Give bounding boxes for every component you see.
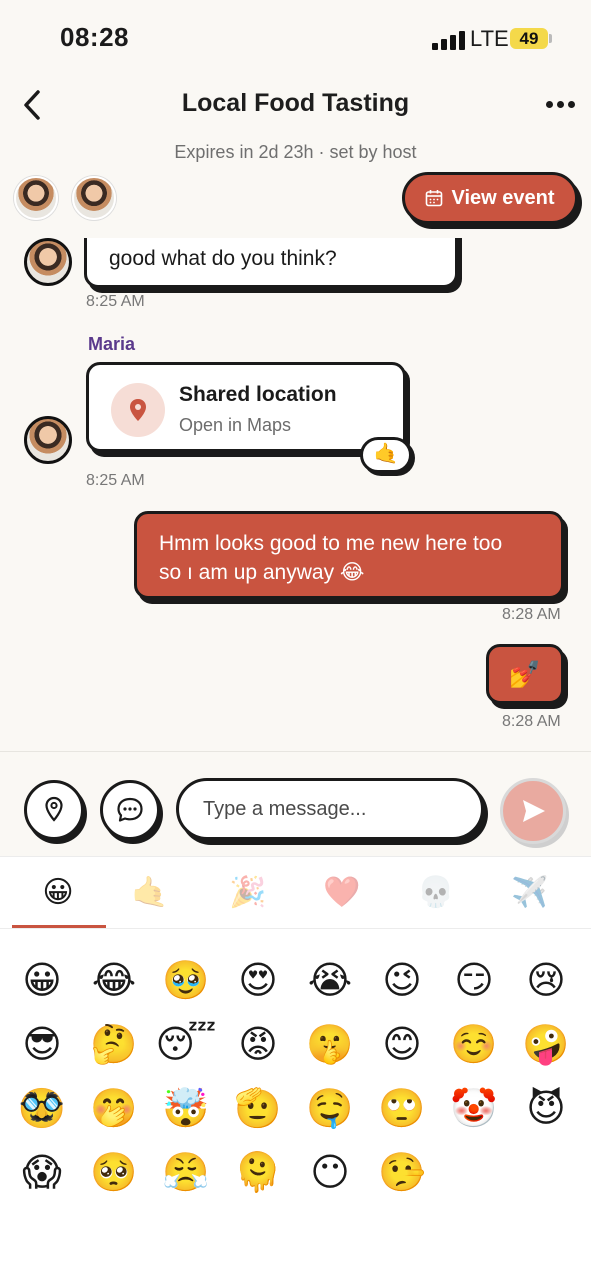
tab-celebration[interactable]: 🎉 (218, 871, 278, 915)
message-text-line1: Hmm looks good to me new here too (159, 532, 503, 555)
shared-location-card[interactable]: Shared location Open in Maps (86, 362, 406, 452)
message-time: 8:25 AM (86, 293, 145, 310)
quick-replies-button[interactable] (100, 780, 160, 840)
message-emoji: 💅 (508, 659, 542, 689)
tab-smileys[interactable]: 😀 (28, 871, 88, 915)
emoji-option[interactable]: 🤔 (82, 1017, 146, 1073)
view-event-label: View event (451, 186, 555, 209)
emoji-option[interactable]: 😱 (10, 1145, 74, 1201)
expiry-text: Expires in 2d 23h · set by host (174, 142, 417, 162)
emoji-option[interactable]: 🤡 (442, 1081, 506, 1137)
view-event-button[interactable]: View event (402, 172, 578, 224)
status-bar: 08:28 LTE 49 (0, 0, 591, 74)
emoji-option[interactable]: 😡 (226, 1017, 290, 1073)
message-time: 8:25 AM (86, 472, 145, 489)
emoji-option[interactable]: 🤫 (298, 1017, 362, 1073)
status-time: 08:28 (60, 22, 129, 52)
location-title: Shared location (179, 383, 337, 406)
message-text-line2: so ı am up anyway 😂 (159, 561, 365, 584)
battery-icon: 49 (510, 28, 548, 49)
active-tab-indicator (12, 925, 106, 928)
emoji-option[interactable]: 😏 (442, 953, 506, 1009)
emoji-option[interactable]: 😤 (154, 1145, 218, 1201)
outgoing-message[interactable]: Hmm looks good to me new here too so ı a… (134, 511, 564, 599)
send-button[interactable] (500, 778, 566, 844)
emoji-option[interactable]: 😶 (298, 1145, 362, 1201)
emoji-option[interactable]: 😭 (298, 953, 362, 1009)
message-time: 8:28 AM (502, 713, 561, 730)
emoji-option[interactable]: 🤪 (514, 1017, 578, 1073)
tab-gestures[interactable]: 🤙 (120, 871, 180, 915)
emoji-option[interactable]: 😈 (514, 1081, 578, 1137)
share-location-button[interactable] (24, 780, 84, 840)
emoji-option[interactable]: 😀 (10, 953, 74, 1009)
send-icon (523, 800, 545, 822)
location-pin-icon (130, 399, 146, 421)
message-reaction[interactable]: 🤙 (360, 437, 412, 473)
emoji-option[interactable]: 🤯 (154, 1081, 218, 1137)
emoji-option[interactable]: 🤥 (370, 1145, 434, 1201)
signal-icon (432, 30, 466, 50)
location-pin-bg (111, 383, 165, 437)
message-input[interactable] (176, 778, 484, 840)
composer (0, 751, 591, 855)
emoji-option[interactable]: 🙄 (370, 1081, 434, 1137)
tab-spooky[interactable]: 💀 (406, 871, 466, 915)
emoji-option[interactable]: 🥹 (154, 953, 218, 1009)
emoji-option[interactable]: 🤤 (298, 1081, 362, 1137)
emoji-option[interactable]: 😎 (10, 1017, 74, 1073)
emoji-option[interactable]: 😂 (82, 953, 146, 1009)
emoji-option[interactable]: 😴 (154, 1017, 218, 1073)
outgoing-message[interactable]: 💅 (486, 644, 564, 704)
emoji-option[interactable]: 😢 (514, 953, 578, 1009)
message-list[interactable]: good what do you think? 8:25 AM Maria Sh… (0, 238, 591, 750)
tab-hearts[interactable]: ❤️ (312, 871, 372, 915)
emoji-option[interactable]: 😉 (370, 953, 434, 1009)
emoji-picker: 😀 🤙 🎉 ❤️ 💀 ✈️ 😀 😂 🥹 😍 😭 😉 😏 😢 😎 🤔 😴 😡 🤫 😊 ☺️ 🤪 🥸 🤭 🤯 🫡 🤤 🙄 🤡 😈 😱… (0, 856, 591, 1280)
battery-tip (549, 34, 552, 43)
tab-travel[interactable]: ✈️ (500, 871, 560, 915)
emoji-option[interactable]: 😊 (370, 1017, 434, 1073)
sender-name: Maria (88, 334, 136, 354)
emoji-option[interactable]: ☺️ (442, 1017, 506, 1073)
emoji-option[interactable]: 🤭 (82, 1081, 146, 1137)
emoji-option[interactable]: 🫡 (226, 1081, 290, 1137)
message-time: 8:28 AM (502, 606, 561, 623)
participant-avatar[interactable] (72, 176, 116, 220)
location-icon (45, 796, 63, 822)
sender-avatar (24, 416, 72, 464)
incoming-message[interactable]: good what do you think? (84, 238, 458, 288)
sender-avatar (24, 238, 72, 286)
participant-avatar[interactable] (14, 176, 58, 220)
emoji-option[interactable]: 😍 (226, 953, 290, 1009)
chat-header: Local Food Tasting (0, 74, 591, 134)
message-text: good what do you think? (109, 247, 337, 270)
page-title: Local Food Tasting (181, 89, 410, 117)
emoji-option[interactable]: 🫠 (226, 1145, 290, 1201)
calendar-icon (426, 190, 443, 207)
more-options-icon[interactable] (544, 94, 578, 114)
emoji-option[interactable]: 🥸 (10, 1081, 74, 1137)
network-label: LTE (470, 26, 509, 51)
emoji-category-tabs: 😀 🤙 🎉 ❤️ 💀 ✈️ (0, 857, 591, 929)
chat-bubble-icon (117, 797, 143, 822)
emoji-option[interactable]: 🥺 (82, 1145, 146, 1201)
location-subtitle: Open in Maps (179, 415, 292, 435)
